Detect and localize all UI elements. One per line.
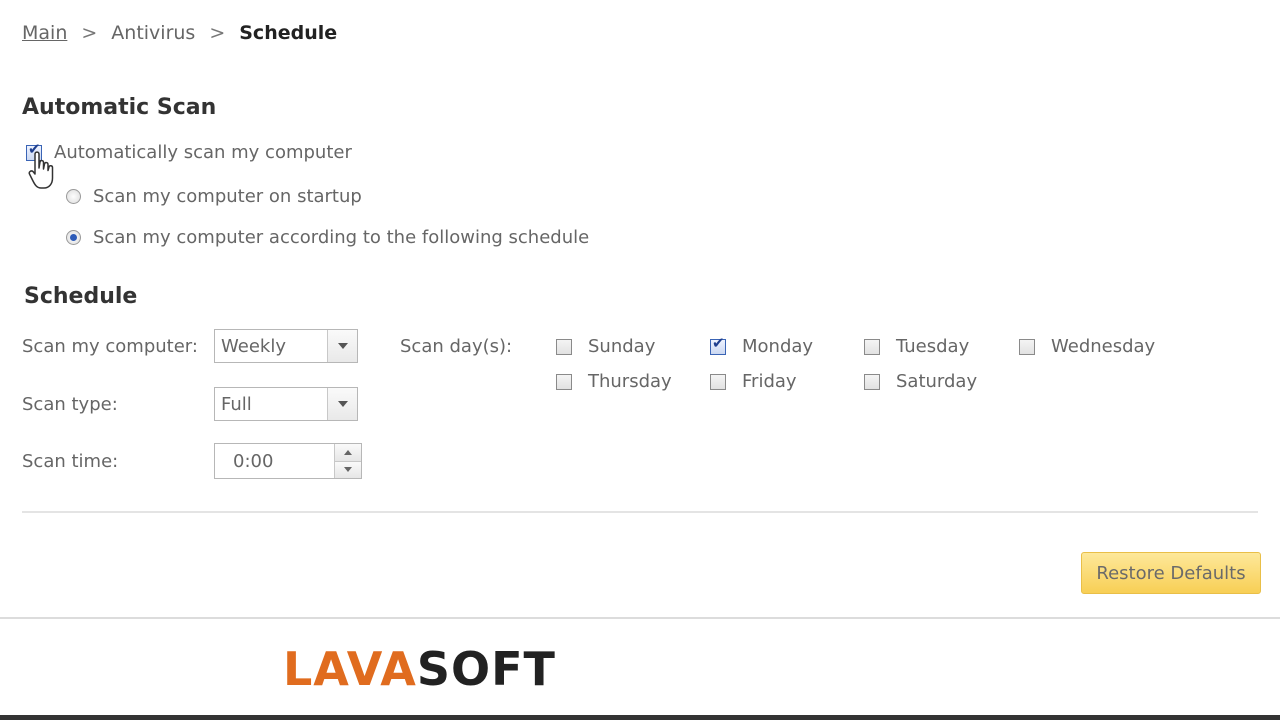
scan-time-value[interactable]: 0:00 [215,451,334,472]
day-label: Sunday [588,336,656,357]
scan-on-startup-label: Scan my computer on startup [93,186,362,207]
checkmark-icon: ✔ [28,139,41,158]
auto-scan-option[interactable]: ✔ Automatically scan my computer [26,139,352,163]
monday-checkbox[interactable]: ✔ [710,333,726,355]
auto-scan-checkbox[interactable]: ✔ [26,139,42,161]
friday-checkbox[interactable] [710,373,726,390]
saturday-checkbox[interactable] [864,373,880,390]
scan-time-spin-buttons [334,444,361,478]
scan-on-startup-radio[interactable] [66,189,81,204]
day-option-sunday[interactable]: Sunday [556,336,655,357]
chevron-down-icon[interactable] [327,330,357,362]
day-option-thursday[interactable]: Thursday [556,371,672,392]
day-label: Monday [742,336,814,357]
breadcrumb-antivirus-link[interactable]: Antivirus [111,22,195,44]
breadcrumb: Main > Antivirus > Schedule [22,22,337,44]
bottom-border [0,715,1280,720]
day-option-friday[interactable]: Friday [710,371,797,392]
chevron-down-icon[interactable] [327,388,357,420]
day-option-saturday[interactable]: Saturday [864,371,977,392]
spin-up-icon[interactable] [335,444,361,461]
wednesday-checkbox[interactable] [1019,338,1035,355]
scan-frequency-value: Weekly [221,335,286,357]
thursday-checkbox[interactable] [556,373,572,390]
automatic-scan-title: Automatic Scan [22,95,217,120]
checkmark-icon: ✔ [712,333,725,352]
scan-type-select[interactable]: Full [214,387,358,421]
scan-by-schedule-radio[interactable] [66,230,81,245]
restore-defaults-button[interactable]: Restore Defaults [1081,552,1261,594]
logo-part-lava: LAVA [283,642,417,696]
auto-scan-label: Automatically scan my computer [54,142,352,163]
scan-time-label: Scan time: [22,451,119,472]
scan-by-schedule-label: Scan my computer according to the follow… [93,227,590,248]
breadcrumb-main-link[interactable]: Main [22,22,67,44]
logo-part-soft: SOFT [416,642,556,696]
day-label: Tuesday [896,336,970,357]
scan-time-stepper[interactable]: 0:00 [214,443,362,479]
breadcrumb-current-page: Schedule [239,22,338,44]
scan-by-schedule-option[interactable]: Scan my computer according to the follow… [66,227,589,248]
day-option-wednesday[interactable]: Wednesday [1019,336,1155,357]
scan-frequency-select[interactable]: Weekly [214,329,358,363]
scan-type-value: Full [221,393,252,415]
breadcrumb-separator: > [81,22,98,44]
breadcrumb-separator: > [209,22,226,44]
day-option-monday[interactable]: ✔ Monday [710,333,814,357]
footer-divider [0,617,1280,619]
spin-down-icon[interactable] [335,460,361,478]
scan-frequency-label: Scan my computer: [22,336,198,357]
scan-on-startup-option[interactable]: Scan my computer on startup [66,186,362,207]
tuesday-checkbox[interactable] [864,338,880,355]
day-label: Wednesday [1051,336,1156,357]
day-label: Friday [742,371,797,392]
lavasoft-logo: LAVA SOFT [283,646,556,692]
scan-days-label: Scan day(s): [400,336,513,357]
schedule-title: Schedule [24,284,138,309]
schedule-settings-page: Main > Antivirus > Schedule Automatic Sc… [0,0,1280,720]
sunday-checkbox[interactable] [556,338,572,355]
scan-type-label: Scan type: [22,394,118,415]
section-divider [22,511,1258,513]
day-label: Saturday [896,371,978,392]
day-label: Thursday [588,371,672,392]
day-option-tuesday[interactable]: Tuesday [864,336,969,357]
